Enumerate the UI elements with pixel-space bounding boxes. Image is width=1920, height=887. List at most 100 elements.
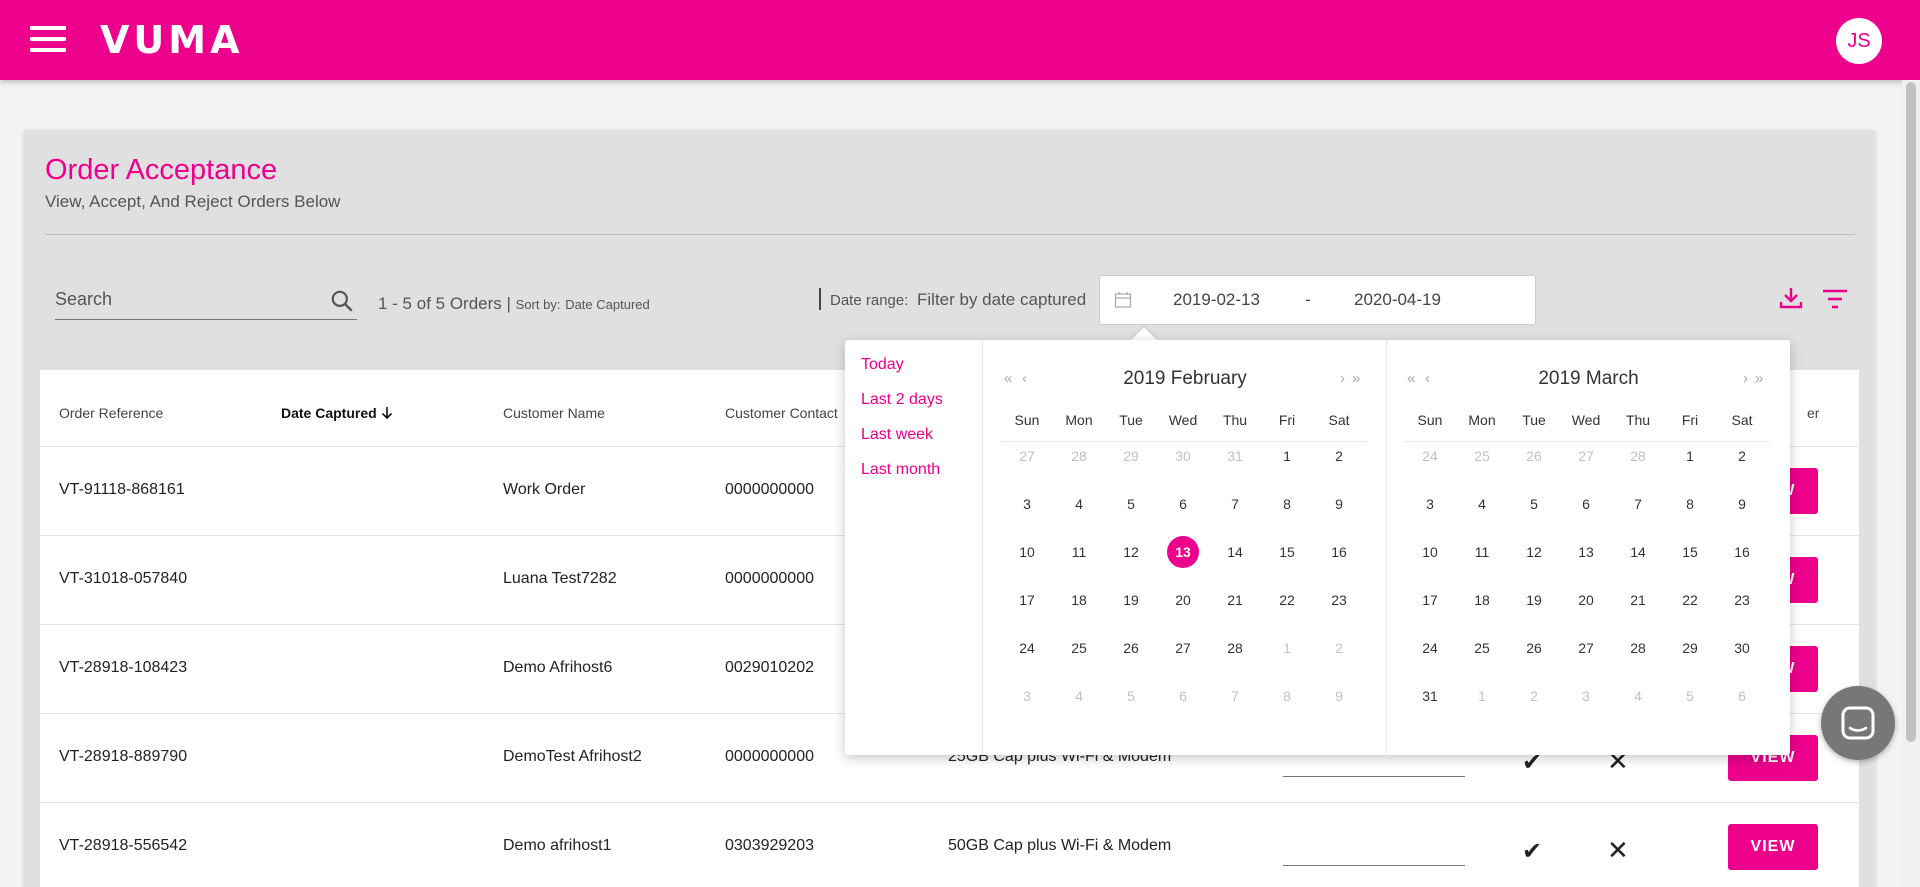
calendar-day[interactable]: 27 — [1570, 440, 1602, 472]
calendar-day-selected[interactable]: 13 — [1167, 536, 1199, 568]
calendar-day[interactable]: 25 — [1063, 632, 1095, 664]
download-icon[interactable] — [1777, 284, 1805, 312]
calendar-day[interactable]: 14 — [1219, 536, 1251, 568]
calendar-day[interactable]: 15 — [1674, 536, 1706, 568]
calendar-day[interactable]: 28 — [1063, 440, 1095, 472]
calendar-day[interactable]: 7 — [1622, 488, 1654, 520]
calendar-day[interactable]: 30 — [1167, 440, 1199, 472]
calendar-day[interactable]: 19 — [1115, 584, 1147, 616]
calendar-day[interactable]: 30 — [1726, 632, 1758, 664]
calendar-day[interactable]: 28 — [1219, 632, 1251, 664]
scrollbar-thumb[interactable] — [1906, 82, 1916, 742]
calendar-day[interactable]: 4 — [1466, 488, 1498, 520]
calendar-day[interactable]: 15 — [1271, 536, 1303, 568]
next-month-icon[interactable]: › — [1340, 370, 1345, 387]
calendar-day[interactable]: 21 — [1219, 584, 1251, 616]
calendar-day[interactable]: 25 — [1466, 440, 1498, 472]
calendar-day[interactable]: 5 — [1115, 488, 1147, 520]
calendar-day[interactable]: 20 — [1167, 584, 1199, 616]
calendar-day[interactable]: 1 — [1271, 440, 1303, 472]
calendar-day[interactable]: 16 — [1323, 536, 1355, 568]
calendar-day[interactable]: 6 — [1570, 488, 1602, 520]
calendar-day[interactable]: 24 — [1414, 440, 1446, 472]
calendar-day[interactable]: 2 — [1726, 440, 1758, 472]
calendar-day[interactable]: 27 — [1570, 632, 1602, 664]
calendar-day[interactable]: 22 — [1674, 584, 1706, 616]
calendar-day[interactable]: 26 — [1115, 632, 1147, 664]
date-start-value[interactable]: 2019-02-13 — [1173, 290, 1260, 310]
calendar-day[interactable]: 17 — [1414, 584, 1446, 616]
calendar-day[interactable]: 27 — [1167, 632, 1199, 664]
calendar-day[interactable]: 21 — [1622, 584, 1654, 616]
calendar-day[interactable]: 5 — [1674, 680, 1706, 712]
next-year-icon[interactable]: » — [1352, 370, 1360, 387]
calendar-day[interactable]: 3 — [1570, 680, 1602, 712]
calendar-day[interactable]: 9 — [1323, 488, 1355, 520]
preset-today[interactable]: Today — [861, 356, 904, 374]
col-customer-name[interactable]: Customer Name — [503, 405, 605, 421]
menu-icon[interactable] — [30, 26, 66, 54]
calendar-day[interactable]: 14 — [1622, 536, 1654, 568]
calendar-day[interactable]: 23 — [1323, 584, 1355, 616]
comment-input[interactable] — [1283, 865, 1465, 866]
comment-input[interactable] — [1283, 776, 1465, 777]
search-input[interactable] — [55, 282, 315, 316]
calendar-day[interactable]: 7 — [1219, 488, 1251, 520]
calendar-day[interactable]: 29 — [1115, 440, 1147, 472]
preset-last-week[interactable]: Last week — [861, 426, 933, 444]
calendar-day[interactable]: 2 — [1323, 632, 1355, 664]
date-end-value[interactable]: 2020-04-19 — [1354, 290, 1441, 310]
accept-check-icon[interactable]: ✔ — [1522, 837, 1542, 866]
calendar-day[interactable]: 22 — [1271, 584, 1303, 616]
calendar-day[interactable]: 8 — [1271, 680, 1303, 712]
calendar-day[interactable]: 18 — [1063, 584, 1095, 616]
calendar-day[interactable]: 29 — [1674, 632, 1706, 664]
col-date-captured[interactable]: Date Captured — [281, 405, 393, 421]
calendar-day[interactable]: 1 — [1466, 680, 1498, 712]
vuma-logo[interactable]: VUMA — [100, 18, 244, 62]
calendar-day[interactable]: 20 — [1570, 584, 1602, 616]
calendar-day[interactable]: 9 — [1726, 488, 1758, 520]
calendar-day[interactable]: 11 — [1063, 536, 1095, 568]
calendar-day[interactable]: 6 — [1167, 680, 1199, 712]
preset-last-2-days[interactable]: Last 2 days — [861, 391, 943, 409]
calendar-day[interactable]: 12 — [1115, 536, 1147, 568]
col-order-reference[interactable]: Order Reference — [59, 405, 163, 421]
calendar-day[interactable]: 23 — [1726, 584, 1758, 616]
calendar-day[interactable]: 4 — [1063, 488, 1095, 520]
calendar-day[interactable]: 8 — [1271, 488, 1303, 520]
calendar-day[interactable]: 16 — [1726, 536, 1758, 568]
calendar-day[interactable]: 10 — [1011, 536, 1043, 568]
calendar-day[interactable]: 5 — [1115, 680, 1147, 712]
filter-icon[interactable] — [1821, 287, 1849, 311]
calendar-day[interactable]: 31 — [1219, 440, 1251, 472]
calendar-day[interactable]: 2 — [1518, 680, 1550, 712]
calendar-day[interactable]: 4 — [1063, 680, 1095, 712]
date-range-input[interactable]: 2019-02-13 - 2020-04-19 — [1099, 275, 1536, 325]
next-year-icon[interactable]: » — [1755, 370, 1763, 387]
calendar-day[interactable]: 1 — [1674, 440, 1706, 472]
user-avatar[interactable]: JS — [1836, 18, 1882, 64]
preset-last-month[interactable]: Last month — [861, 461, 940, 479]
calendar-day[interactable]: 27 — [1011, 440, 1043, 472]
calendar-day[interactable]: 12 — [1518, 536, 1550, 568]
calendar-day[interactable]: 26 — [1518, 632, 1550, 664]
calendar-day[interactable]: 6 — [1726, 680, 1758, 712]
view-button[interactable]: VIEW — [1728, 824, 1818, 870]
calendar-day[interactable]: 5 — [1518, 488, 1550, 520]
calendar-day[interactable]: 13 — [1570, 536, 1602, 568]
col-customer-contact[interactable]: Customer Contact — [725, 405, 838, 421]
reject-x-icon[interactable]: ✕ — [1607, 835, 1629, 866]
calendar-day[interactable]: 7 — [1219, 680, 1251, 712]
calendar-day[interactable]: 24 — [1011, 632, 1043, 664]
next-month-icon[interactable]: › — [1743, 370, 1748, 387]
calendar-day[interactable]: 2 — [1323, 440, 1355, 472]
calendar-day[interactable]: 28 — [1622, 440, 1654, 472]
calendar-day[interactable]: 31 — [1414, 680, 1446, 712]
calendar-day[interactable]: 26 — [1518, 440, 1550, 472]
calendar-day[interactable]: 11 — [1466, 536, 1498, 568]
calendar-day[interactable]: 6 — [1167, 488, 1199, 520]
calendar-day[interactable]: 19 — [1518, 584, 1550, 616]
chat-launcher-button[interactable] — [1821, 686, 1895, 760]
calendar-day[interactable]: 9 — [1323, 680, 1355, 712]
